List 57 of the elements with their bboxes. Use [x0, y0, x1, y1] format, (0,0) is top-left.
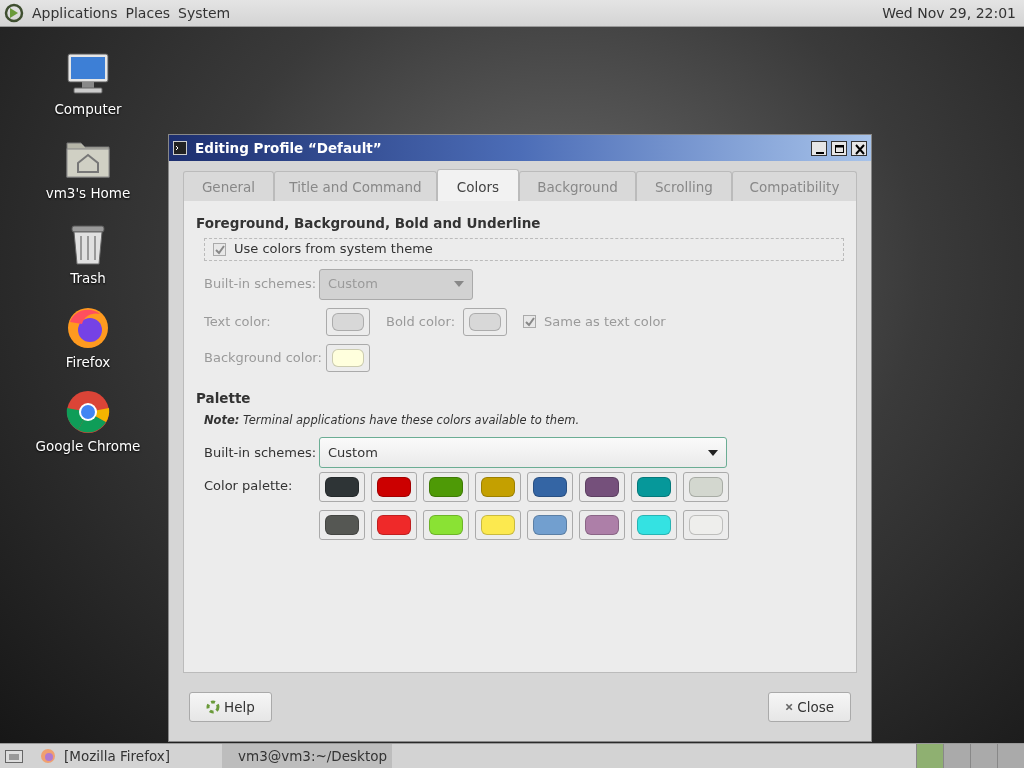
color-button[interactable]	[319, 472, 365, 502]
menu-item[interactable]: Places	[125, 2, 171, 24]
color-button[interactable]	[423, 510, 469, 540]
menu-item[interactable]: System	[178, 2, 231, 24]
field-label: Built-in schemes:	[204, 275, 318, 294]
color-button[interactable]	[631, 510, 677, 540]
color-button[interactable]	[326, 307, 370, 336]
logo-icon	[4, 3, 24, 23]
tab[interactable]: Colors	[437, 169, 519, 202]
close-button[interactable]	[851, 140, 867, 156]
clock[interactable]: Wed Nov 29, 22:01	[882, 2, 1020, 24]
note-text: Note: Terminal applications have these colors available to them.	[204, 411, 581, 429]
field-label: Built-in schemes:	[204, 443, 318, 462]
desktop-icon-label[interactable]: vm3's Home	[45, 183, 131, 204]
color-button[interactable]	[631, 472, 677, 502]
color-button[interactable]	[475, 510, 521, 540]
field-label: Color palette:	[204, 477, 294, 495]
section-heading: Palette	[196, 388, 252, 408]
color-button[interactable]	[683, 510, 729, 540]
section-heading: Foreground, Background, Bold and Underline	[196, 214, 542, 234]
color-button[interactable]	[527, 510, 573, 540]
scheme-dropdown[interactable]: Custom	[319, 437, 727, 468]
color-button[interactable]	[527, 472, 573, 502]
color-button[interactable]	[319, 510, 365, 540]
browser-icon	[64, 388, 112, 436]
help-icon	[206, 700, 220, 715]
desktop-icon-label[interactable]: Google Chrome	[35, 436, 141, 457]
color-button[interactable]	[579, 510, 625, 540]
color-button[interactable]	[475, 472, 521, 502]
color-button[interactable]	[683, 472, 729, 502]
checkbox-label: Use colors from system theme	[234, 240, 433, 259]
field-label: Text color:	[204, 312, 272, 331]
window-title: Editing Profile “Default”	[195, 138, 383, 158]
caret-icon	[454, 281, 464, 287]
color-button[interactable]	[326, 343, 370, 372]
taskbar-button[interactable]: vm3@vm3:~/Desktop	[222, 744, 392, 768]
close-button[interactable]: Close	[768, 692, 851, 723]
field-label: Background color:	[204, 348, 323, 367]
browser-icon	[40, 748, 56, 764]
desktop-icon-label[interactable]: Firefox	[65, 351, 111, 372]
desktop-icon-label[interactable]: Computer	[54, 99, 122, 120]
field-label: Bold color:	[386, 312, 456, 331]
color-button[interactable]	[579, 472, 625, 502]
color-button[interactable]	[371, 510, 417, 540]
show-desktop-icon[interactable]	[4, 748, 24, 764]
maximize-button[interactable]	[831, 140, 847, 156]
desktop-icon-label[interactable]: Trash	[70, 267, 106, 288]
color-button[interactable]	[371, 472, 417, 502]
caret-icon	[708, 449, 718, 456]
minimize-button[interactable]	[811, 140, 827, 156]
terminal-icon	[173, 141, 187, 155]
menu-item[interactable]: Applications	[32, 2, 118, 24]
color-button[interactable]	[423, 472, 469, 502]
help-button[interactable]: Help	[189, 692, 272, 723]
checkbox-label: Same as text color	[544, 312, 666, 331]
taskbar-button[interactable]: [Mozilla Firefox]	[32, 744, 222, 768]
color-button[interactable]	[463, 307, 508, 336]
